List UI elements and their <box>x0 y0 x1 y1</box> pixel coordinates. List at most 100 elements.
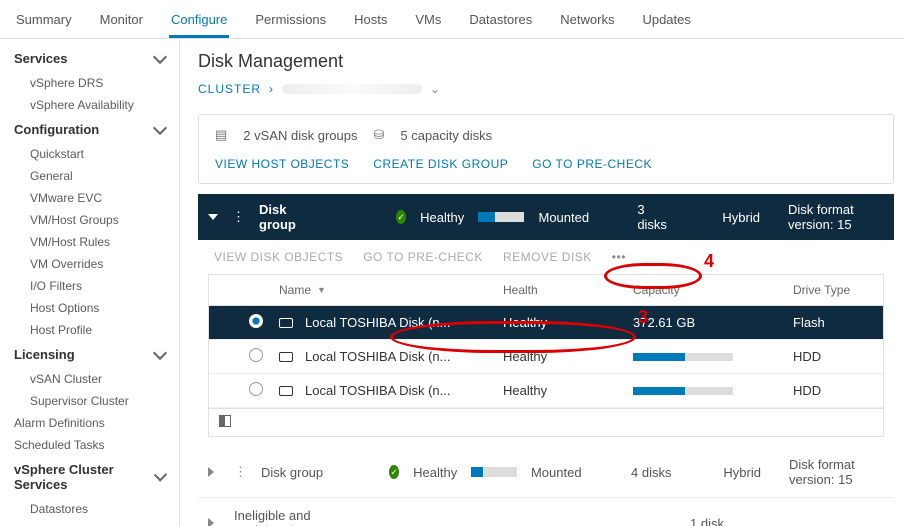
sidebar-item-quickstart[interactable]: Quickstart <box>0 143 179 165</box>
group-state: Mounted <box>531 465 582 480</box>
tab-datastores[interactable]: Datastores <box>467 6 534 38</box>
col-name[interactable]: Name <box>279 283 311 297</box>
table-header: Name ▼ Health Capacity Drive Type <box>209 275 883 306</box>
disk-group-row[interactable]: Ineligible and unclaimed1 disk <box>198 498 894 526</box>
group-version: Disk format version: 15 <box>789 457 884 487</box>
sidebar-item-vm-host-rules[interactable]: VM/Host Rules <box>0 231 179 253</box>
sidebar-section-configuration[interactable]: Configuration <box>0 116 179 143</box>
table-footer <box>209 408 883 436</box>
action-create-disk-group[interactable]: CREATE DISK GROUP <box>373 157 508 171</box>
sidebar-section-licensing[interactable]: Licensing <box>0 341 179 368</box>
disk-drive-type: HDD <box>793 349 873 364</box>
disk-group-icon: ▤ <box>215 127 227 143</box>
toolbar-go-to-pre-check[interactable]: GO TO PRE-CHECK <box>363 250 483 264</box>
collapse-caret-icon[interactable] <box>208 214 218 220</box>
hdd-disk-icon <box>279 352 293 362</box>
col-drive[interactable]: Drive Type <box>793 283 873 297</box>
disk-group-row[interactable]: ⋮Disk group✓HealthyMounted4 disksHybridD… <box>198 447 894 498</box>
disk-group-health: Healthy <box>420 210 464 225</box>
sidebar-item-vsphere-availability[interactable]: vSphere Availability <box>0 94 179 116</box>
row-radio[interactable] <box>249 348 263 362</box>
disk-group-toolbar: VIEW DISK OBJECTS GO TO PRE-CHECK REMOVE D… <box>198 240 894 274</box>
disk-group-version: Disk format version: 15 <box>788 202 884 232</box>
toolbar-remove-disk[interactable]: REMOVE DISK <box>503 250 592 264</box>
disk-table: Name ▼ Health Capacity Drive Type Local … <box>208 274 884 437</box>
column-settings-icon[interactable] <box>219 415 231 427</box>
disk-group-usage-bar <box>478 212 524 222</box>
group-usage-bar <box>471 467 517 477</box>
sidebar-item-supervisor-cluster[interactable]: Supervisor Cluster <box>0 390 179 412</box>
tab-hosts[interactable]: Hosts <box>352 6 389 38</box>
health-ok-icon: ✓ <box>396 210 406 224</box>
sidebar-section-vsphere-cluster-services[interactable]: vSphere Cluster Services <box>0 456 179 498</box>
action-go-to-pre-check[interactable]: GO TO PRE-CHECK <box>532 157 652 171</box>
sidebar-item-vm-overrides[interactable]: VM Overrides <box>0 253 179 275</box>
tab-configure[interactable]: Configure <box>169 6 229 38</box>
row-radio[interactable] <box>249 382 263 396</box>
sidebar-item-vsan-cluster[interactable]: vSAN Cluster <box>0 368 179 390</box>
chevron-right-icon: › <box>269 82 274 96</box>
more-actions-icon[interactable]: ⋮ <box>234 464 247 480</box>
col-health[interactable]: Health <box>503 283 633 297</box>
expand-caret-icon[interactable] <box>208 518 214 526</box>
tab-permissions[interactable]: Permissions <box>253 6 328 38</box>
disk-drive-type: HDD <box>793 383 873 398</box>
table-row[interactable]: Local TOSHIBA Disk (n...Healthy372.61 GB… <box>209 306 883 340</box>
capacity-bar <box>633 353 733 361</box>
sidebar-item-vm-host-groups[interactable]: VM/Host Groups <box>0 209 179 231</box>
more-actions-icon[interactable]: ⋮ <box>232 209 245 225</box>
tab-vms[interactable]: VMs <box>413 6 443 38</box>
toolbar-view-disk-objects[interactable]: VIEW DISK OBJECTS <box>214 250 343 264</box>
sidebar-item-host-options[interactable]: Host Options <box>0 297 179 319</box>
disk-name: Local TOSHIBA Disk (n... <box>305 349 450 364</box>
group-disk-count: 4 disks <box>631 465 674 480</box>
disk-capacity <box>633 349 793 364</box>
expand-caret-icon[interactable] <box>208 467 214 477</box>
health-ok-icon: ✓ <box>389 465 399 479</box>
tab-updates[interactable]: Updates <box>640 6 692 38</box>
disk-drive-type: Flash <box>793 315 873 330</box>
main-content: Disk Management CLUSTER › ⌄ ▤ 2 vSAN dis… <box>180 39 904 526</box>
tab-networks[interactable]: Networks <box>558 6 616 38</box>
disk-health: Healthy <box>503 383 633 398</box>
more-actions-icon[interactable]: ••• <box>612 250 626 264</box>
config-sidebar: ServicesvSphere DRSvSphere AvailabilityC… <box>0 39 180 526</box>
chevron-down-icon <box>153 345 167 359</box>
crumb-object-placeholder[interactable] <box>282 84 422 94</box>
chevron-down-icon[interactable]: ⌄ <box>430 82 441 96</box>
sidebar-item-scheduled-tasks[interactable]: Scheduled Tasks <box>0 434 179 456</box>
table-row[interactable]: Local TOSHIBA Disk (n... Healthy HDD <box>209 340 883 374</box>
action-view-host-objects[interactable]: VIEW HOST OBJECTS <box>215 157 349 171</box>
disk-capacity: 372.61 GB <box>633 315 793 330</box>
sidebar-section-services[interactable]: Services <box>0 45 179 72</box>
capacity-disk-icon: ⛁ <box>373 127 384 143</box>
breadcrumb[interactable]: CLUSTER › ⌄ <box>198 82 894 96</box>
sidebar-item-datastores[interactable]: Datastores <box>0 498 179 520</box>
disk-group-state: Mounted <box>538 210 589 225</box>
disk-name: Local TOSHIBA Disk (n... <box>305 383 450 398</box>
sidebar-item-alarm-definitions[interactable]: Alarm Definitions <box>0 412 179 434</box>
disk-group-type: Hybrid <box>722 210 760 225</box>
summary-capacity-disks: 5 capacity disks <box>400 128 492 143</box>
summary-disk-groups: 2 vSAN disk groups <box>243 128 357 143</box>
group-label: Ineligible and unclaimed <box>234 508 334 526</box>
sidebar-item-host-profile[interactable]: Host Profile <box>0 319 179 341</box>
col-capacity[interactable]: Capacity <box>633 283 793 297</box>
sidebar-item-vsphere-drs[interactable]: vSphere DRS <box>0 72 179 94</box>
table-row[interactable]: Local TOSHIBA Disk (n... Healthy HDD <box>209 374 883 408</box>
sort-arrow-icon[interactable]: ▼ <box>317 285 326 295</box>
sidebar-item-i-o-filters[interactable]: I/O Filters <box>0 275 179 297</box>
disk-health: Healthy <box>503 349 633 364</box>
disk-group-header-expanded: ⋮ Disk group ✓ Healthy Mounted 3 disks H… <box>198 194 894 240</box>
crumb-cluster-label[interactable]: CLUSTER <box>198 82 261 96</box>
disk-health: Healthy <box>503 315 633 330</box>
tab-summary[interactable]: Summary <box>14 6 74 38</box>
flash-disk-icon <box>279 318 293 328</box>
primary-tabs: Summary Monitor Configure Permissions Hosts V… <box>0 0 904 39</box>
disk-group-label: Disk group <box>259 202 308 232</box>
sidebar-item-vmware-evc[interactable]: VMware EVC <box>0 187 179 209</box>
tab-monitor[interactable]: Monitor <box>98 6 145 38</box>
sidebar-item-general[interactable]: General <box>0 165 179 187</box>
disk-capacity <box>633 383 793 398</box>
row-radio[interactable] <box>249 314 263 328</box>
